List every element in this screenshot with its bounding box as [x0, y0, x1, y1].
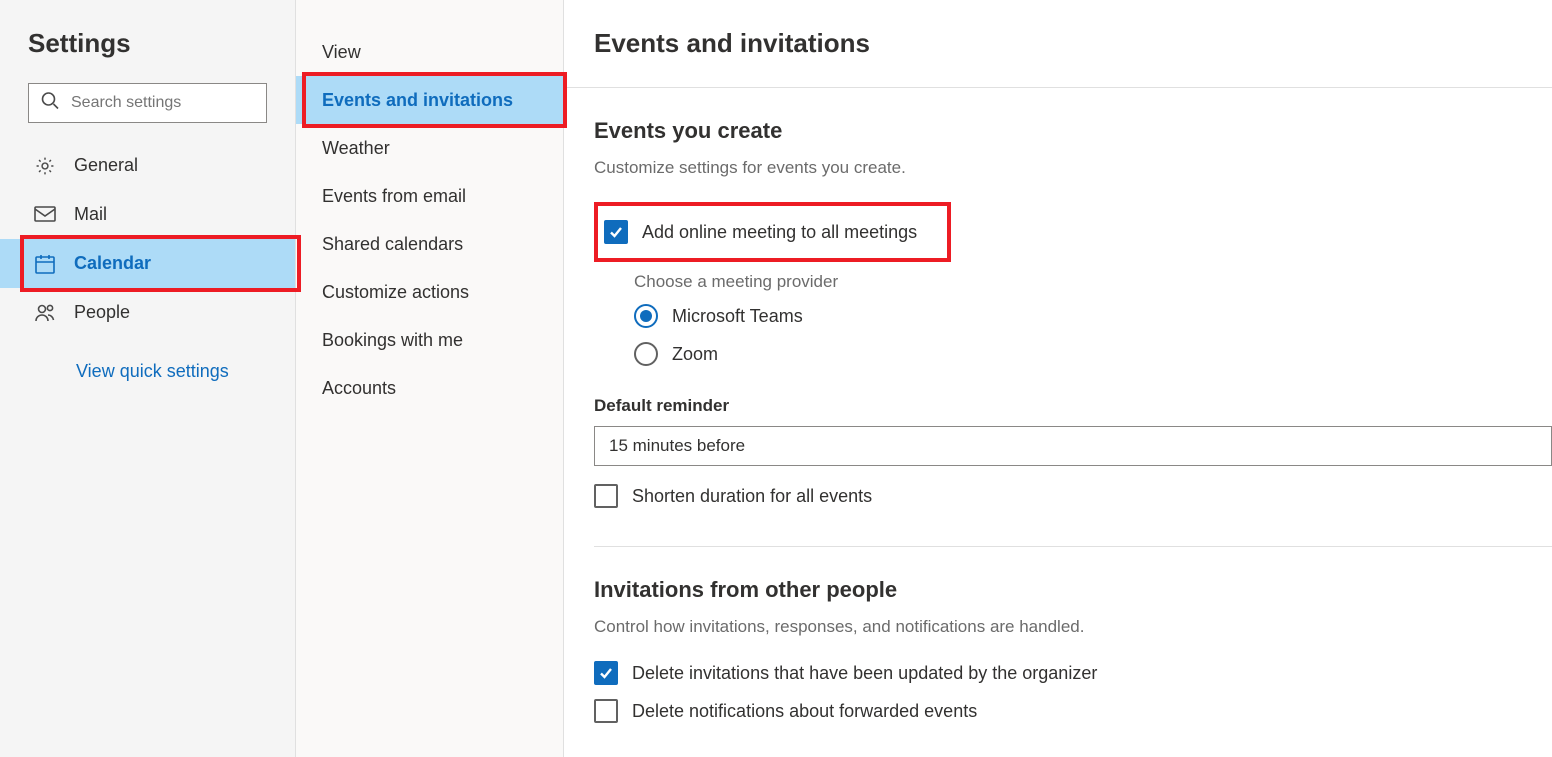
default-reminder-value: 15 minutes before — [609, 436, 745, 456]
provider-teams-row: Microsoft Teams — [634, 304, 1552, 328]
sidebar-item-mail[interactable]: Mail — [0, 190, 295, 239]
section-events-create-title: Events you create — [594, 118, 1552, 144]
add-online-meeting-row: Add online meeting to all meetings — [604, 220, 917, 244]
delete-updated-checkbox[interactable] — [594, 661, 618, 685]
section-invitations-desc: Control how invitations, responses, and … — [594, 617, 1552, 637]
highlight-box — [20, 235, 301, 292]
sidebar-item-people[interactable]: People — [0, 288, 295, 337]
subnav-item-shared-calendars[interactable]: Shared calendars — [296, 220, 563, 268]
delete-updated-row: Delete invitations that have been update… — [594, 661, 1552, 685]
settings-main-panel: Events and invitations Events you create… — [564, 0, 1552, 757]
provider-zoom-radio[interactable] — [634, 342, 658, 366]
divider — [594, 546, 1552, 547]
section-invitations-title: Invitations from other people — [594, 577, 1552, 603]
sidebar-item-general[interactable]: General — [0, 141, 295, 190]
subnav-item-customize-actions[interactable]: Customize actions — [296, 268, 563, 316]
shorten-duration-row: Shorten duration for all events — [594, 484, 1552, 508]
page-title: Events and invitations — [594, 28, 1552, 59]
meeting-provider-group: Choose a meeting provider Microsoft Team… — [634, 272, 1552, 366]
divider — [564, 87, 1552, 88]
section-events-create-desc: Customize settings for events you create… — [594, 158, 1552, 178]
subnav-item-events-from-email[interactable]: Events from email — [296, 172, 563, 220]
sidebar-item-calendar[interactable]: Calendar — [0, 239, 295, 288]
subnav-item-view[interactable]: View — [296, 28, 563, 76]
provider-label: Microsoft Teams — [672, 306, 803, 327]
subnav-item-bookings[interactable]: Bookings with me — [296, 316, 563, 364]
subnav-item-accounts[interactable]: Accounts — [296, 364, 563, 412]
mail-icon — [34, 204, 56, 226]
calendar-icon — [34, 253, 56, 275]
settings-sidebar: Settings General Mail Calendar People Vi… — [0, 0, 296, 757]
people-icon — [34, 302, 56, 324]
meeting-provider-title: Choose a meeting provider — [634, 272, 1552, 292]
subnav-label: Events and invitations — [322, 90, 513, 111]
subnav-label: Weather — [322, 138, 390, 159]
settings-title: Settings — [28, 28, 267, 59]
highlight-box: Add online meeting to all meetings — [594, 202, 951, 262]
add-online-meeting-checkbox[interactable] — [604, 220, 628, 244]
settings-subnav: View Events and invitations Weather Even… — [296, 0, 564, 757]
subnav-label: Shared calendars — [322, 234, 463, 255]
search-wrapper — [28, 83, 267, 123]
sidebar-item-label: Mail — [74, 204, 107, 225]
subnav-label: View — [322, 42, 361, 63]
delete-forwarded-row: Delete notifications about forwarded eve… — [594, 699, 1552, 723]
add-online-meeting-label: Add online meeting to all meetings — [642, 222, 917, 243]
subnav-label: Accounts — [322, 378, 396, 399]
default-reminder-label: Default reminder — [594, 396, 1552, 416]
sidebar-item-label: Calendar — [74, 253, 151, 274]
shorten-duration-label: Shorten duration for all events — [632, 486, 872, 507]
sidebar-item-label: People — [74, 302, 130, 323]
delete-updated-label: Delete invitations that have been update… — [632, 663, 1097, 684]
sidebar-item-label: General — [74, 155, 138, 176]
subnav-label: Events from email — [322, 186, 466, 207]
delete-forwarded-label: Delete notifications about forwarded eve… — [632, 701, 977, 722]
default-reminder-select[interactable]: 15 minutes before — [594, 426, 1552, 466]
provider-label: Zoom — [672, 344, 718, 365]
view-quick-settings-link[interactable]: View quick settings — [76, 361, 295, 382]
subnav-item-weather[interactable]: Weather — [296, 124, 563, 172]
subnav-item-events-invitations[interactable]: Events and invitations — [296, 76, 563, 124]
delete-forwarded-checkbox[interactable] — [594, 699, 618, 723]
subnav-label: Customize actions — [322, 282, 469, 303]
search-input[interactable] — [28, 83, 267, 123]
subnav-label: Bookings with me — [322, 330, 463, 351]
provider-teams-radio[interactable] — [634, 304, 658, 328]
shorten-duration-checkbox[interactable] — [594, 484, 618, 508]
gear-icon — [34, 155, 56, 177]
provider-zoom-row: Zoom — [634, 342, 1552, 366]
search-icon — [40, 91, 60, 116]
